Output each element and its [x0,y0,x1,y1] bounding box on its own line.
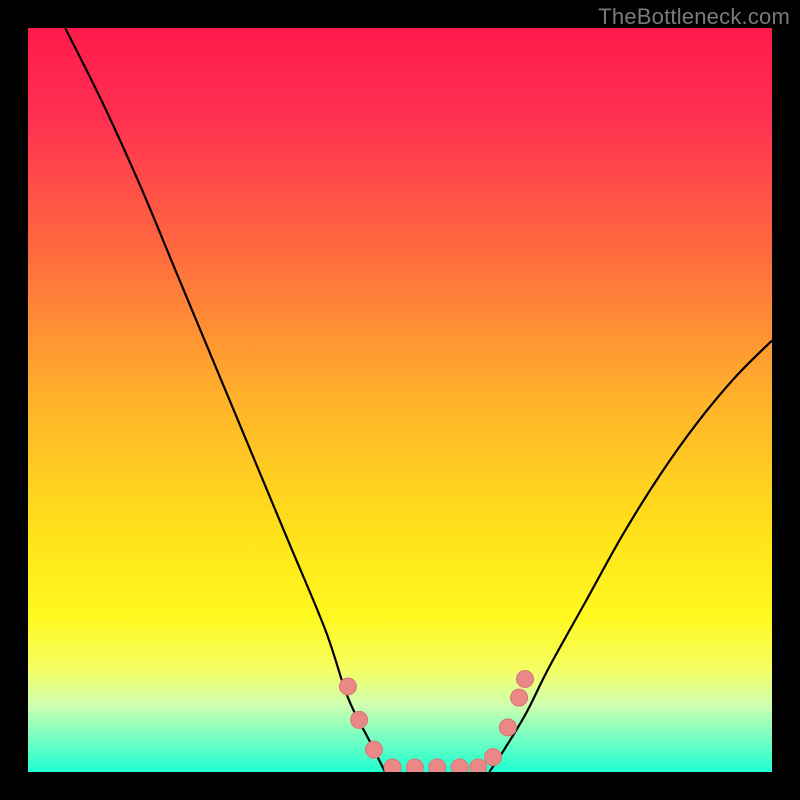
marker-dot [451,759,468,772]
marker-dot [470,759,487,772]
marker-dot [339,678,356,695]
marker-dot [516,671,533,688]
marker-dot [351,711,368,728]
marker-dot [429,759,446,772]
marker-dot [511,689,528,706]
plot-svg [28,28,772,772]
watermark-text: TheBottleneck.com [598,4,790,30]
marker-dot [365,741,382,758]
marker-dot [485,749,502,766]
plot-area [28,28,772,772]
marker-dot [499,719,516,736]
chart-frame: TheBottleneck.com [0,0,800,800]
marker-dot [384,759,401,772]
gradient-background [28,28,772,772]
marker-dot [406,759,423,772]
